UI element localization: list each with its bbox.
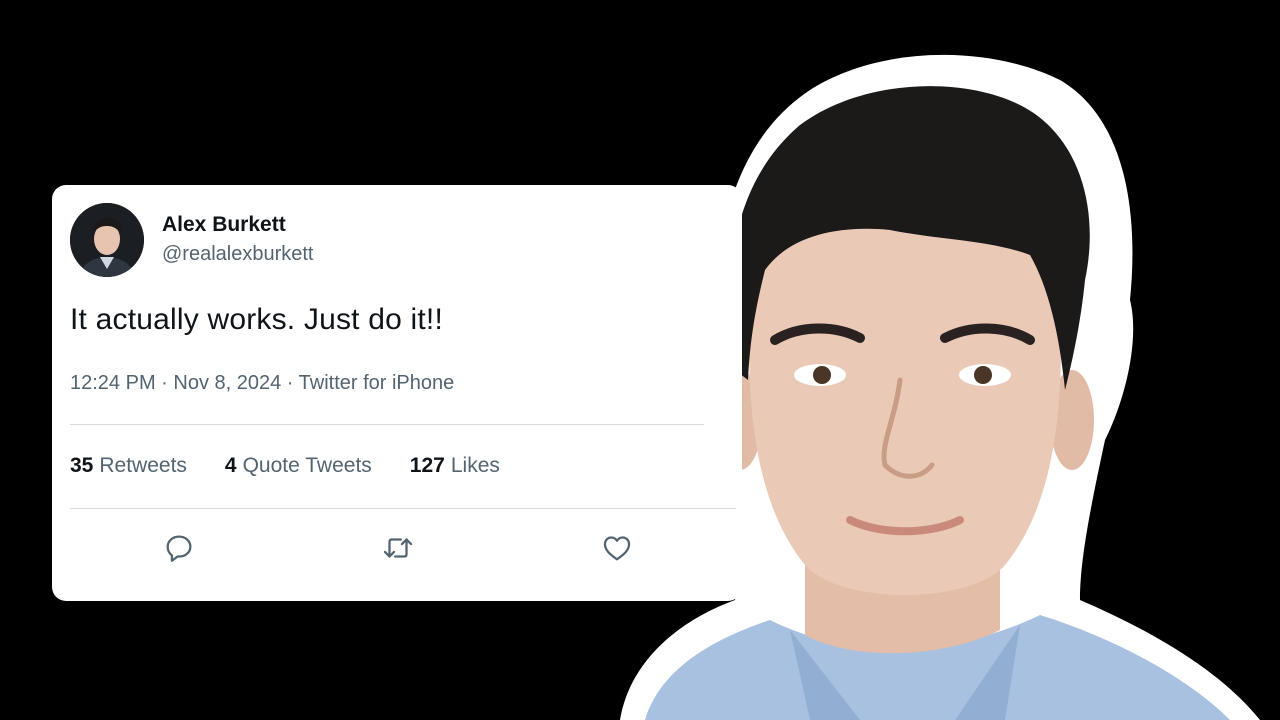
retweet-button[interactable] [378,528,418,568]
quote-tweets-count: 4 [224,454,237,477]
like-button[interactable] [597,528,637,568]
retweets-stat[interactable]: 35 Retweets [70,454,187,478]
divider [70,508,736,509]
retweets-count: 35 [70,454,94,477]
thumbnail-stage: Alex Burkett @realalexburkett It actuall… [0,0,1280,720]
reply-button[interactable] [159,528,199,568]
likes-label: Likes [450,454,500,477]
retweet-icon [383,538,413,558]
likes-count: 127 [409,454,445,477]
tweet-author: Alex Burkett @realalexburkett [162,211,313,269]
tweet-timestamp[interactable]: 12:24 PM · Nov 8, 2024 · Twitter for iPh… [70,372,454,395]
quote-tweets-label: Quote Tweets [242,454,372,477]
likes-stat[interactable]: 127 Likes [410,454,500,478]
tweet-actions [52,528,742,568]
tweet-stats: 35 Retweets 4 Quote Tweets 127 Likes [70,454,538,478]
retweets-label: Retweets [99,454,187,477]
user-handle[interactable]: @realalexburkett [162,239,313,269]
avatar[interactable] [70,203,144,277]
reply-icon [166,535,192,562]
heart-icon [603,536,631,561]
display-name[interactable]: Alex Burkett [162,211,313,239]
tweet-text: It actually works. Just do it!! [70,303,443,336]
tweet-header: Alex Burkett @realalexburkett [70,203,313,277]
divider [70,424,704,425]
tweet-card: Alex Burkett @realalexburkett It actuall… [52,185,742,601]
quote-tweets-stat[interactable]: 4 Quote Tweets [225,454,372,478]
